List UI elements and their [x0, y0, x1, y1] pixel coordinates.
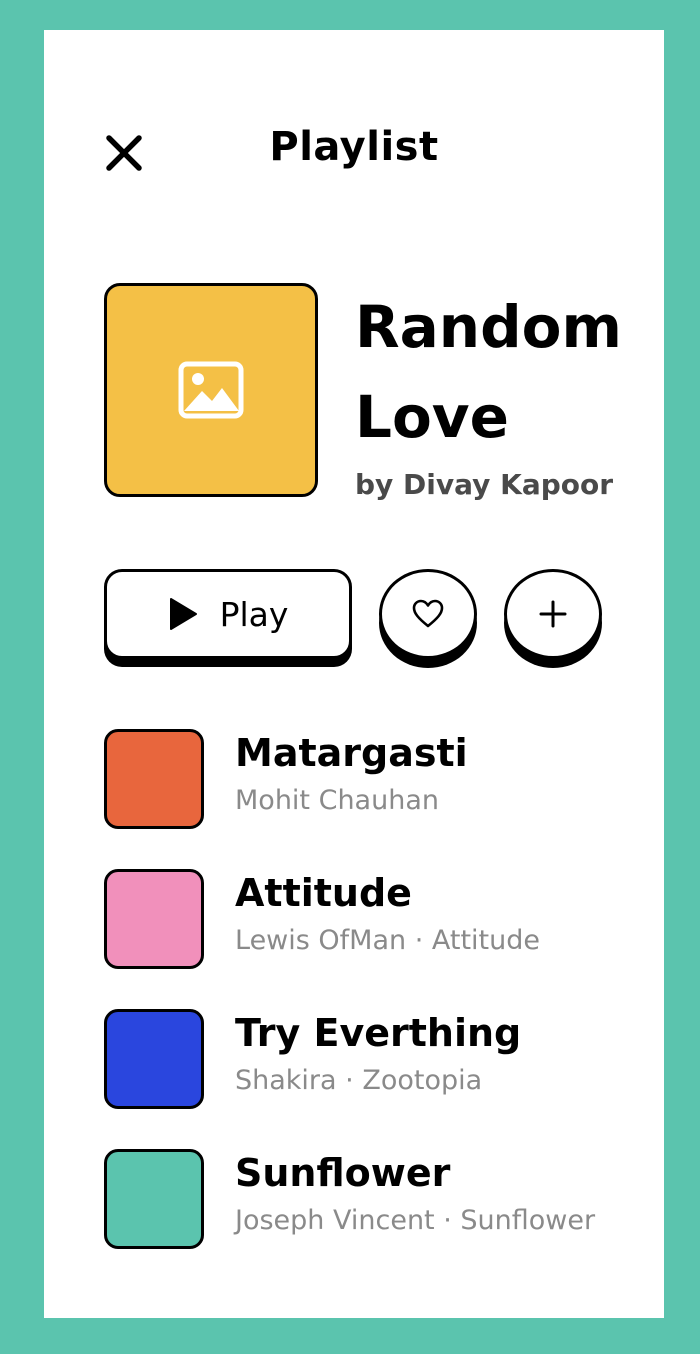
track-thumbnail — [104, 729, 204, 829]
playlist-author: by Divay Kapoor — [355, 468, 614, 501]
track-subtitle: Lewis OfMan · Attitude — [235, 925, 540, 956]
track-thumbnail — [104, 1149, 204, 1249]
plus-icon — [539, 600, 567, 628]
track-subtitle: Joseph Vincent · Sunflower — [235, 1205, 596, 1236]
add-button[interactable] — [504, 569, 602, 659]
play-icon — [169, 598, 197, 630]
playlist-cover — [104, 283, 318, 497]
track-title: Attitude — [235, 871, 412, 915]
track-item[interactable]: Matargasti Mohit Chauhan — [104, 729, 644, 829]
track-title: Sunflower — [235, 1151, 451, 1195]
like-button[interactable] — [379, 569, 477, 659]
play-button[interactable]: Play — [104, 569, 352, 659]
track-thumbnail — [104, 1009, 204, 1109]
page-title: Playlist — [269, 124, 439, 170]
play-button-label: Play — [219, 594, 289, 634]
track-thumbnail — [104, 869, 204, 969]
track-item[interactable]: Try Everthing Shakira · Zootopia — [104, 1009, 644, 1109]
track-title: Matargasti — [235, 731, 468, 775]
track-title: Try Everthing — [235, 1011, 522, 1055]
image-icon — [178, 361, 244, 419]
playlist-name: Random Love — [355, 293, 622, 451]
track-subtitle: Mohit Chauhan — [235, 785, 439, 816]
playlist-card: Playlist Random Love by Divay Kapoor Pla… — [44, 30, 664, 1318]
track-item[interactable]: Attitude Lewis OfMan · Attitude — [104, 869, 644, 969]
heart-icon — [412, 599, 444, 628]
track-subtitle: Shakira · Zootopia — [235, 1065, 483, 1096]
track-item[interactable]: Sunflower Joseph Vincent · Sunflower — [104, 1149, 644, 1249]
